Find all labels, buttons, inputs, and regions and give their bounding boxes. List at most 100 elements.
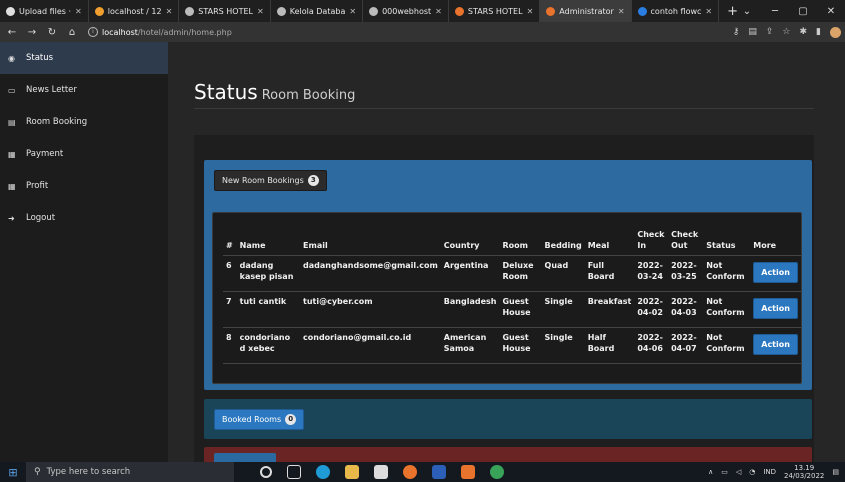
tab-close-icon[interactable]: ✕	[75, 7, 82, 16]
action-button[interactable]: Action	[753, 298, 798, 319]
system-tray: ∧ ▭ ◁ ◔ IND 13.19 24/03/2022 ▤	[708, 462, 845, 482]
cell-more: Action	[750, 327, 801, 364]
tab-favicon-icon	[185, 6, 195, 16]
cell-bedding: Quad	[541, 255, 585, 292]
clock[interactable]: 13.19 24/03/2022	[784, 464, 824, 480]
column-header: Room	[499, 227, 542, 256]
cell-status: Not Conform	[703, 327, 751, 364]
url-path: /hotel/admin/home.php	[137, 27, 232, 37]
app-icon[interactable]	[490, 465, 504, 479]
taskbar-search[interactable]: ⚲ Type here to search	[26, 462, 234, 482]
language-indicator[interactable]: IND	[763, 468, 776, 476]
browser-tab[interactable]: STARS HOTEL ✕	[179, 0, 271, 22]
clock-time: 13.19	[794, 464, 815, 472]
sidebar-item-news-letter[interactable]: ▭ News Letter	[0, 74, 168, 106]
sidebar-item-label: Payment	[26, 149, 64, 159]
cell-check-in: 2022-03-24	[634, 255, 669, 292]
cell-name: tuti cantik	[236, 291, 301, 328]
booked-rooms-button[interactable]: Booked Rooms 0	[214, 409, 305, 430]
tab-close-icon[interactable]: ✕	[257, 7, 264, 16]
translate-icon[interactable]: ▤	[748, 27, 757, 37]
sidebar-item-profit[interactable]: ▦ Profit	[0, 170, 168, 202]
tab-close-icon[interactable]: ✕	[618, 7, 625, 16]
tab-title: STARS HOTEL	[467, 6, 523, 16]
cell-status: Not Conform	[703, 291, 751, 328]
edge-icon[interactable]	[316, 465, 330, 479]
tab-close-icon[interactable]: ✕	[705, 7, 712, 16]
sidebar-item-room-booking[interactable]: ▤ Room Booking	[0, 106, 168, 138]
browser-tab[interactable]: 000webhost ✕	[363, 0, 449, 22]
chrome-icon[interactable]	[403, 465, 417, 479]
column-header: Email	[300, 227, 441, 256]
wifi-icon[interactable]: ◔	[749, 468, 755, 476]
new-bookings-button[interactable]: New Room Bookings 3	[214, 170, 327, 191]
search-icon: ⚲	[34, 467, 41, 477]
new-bookings-label: New Room Bookings	[222, 176, 304, 185]
file-explorer-icon[interactable]	[345, 465, 359, 479]
tab-favicon-icon	[546, 6, 556, 16]
cell-country: American Samoa	[440, 327, 500, 364]
cell-email: condoriano@gmail.co.id	[300, 327, 441, 364]
tab-list: Upload files · ✕ localhost / 12 ✕ STARS HOTE…	[0, 0, 720, 22]
sidebar-nav: ◉ Status ▭ News Letter ▤ Room Booking ▦ Payment…	[0, 42, 168, 234]
share-icon[interactable]: ⇪	[766, 27, 774, 37]
column-header: Check Out	[668, 227, 704, 256]
column-header: #	[223, 227, 237, 256]
cell-room: Deluxe Room	[499, 255, 542, 292]
reload-icon[interactable]: ↻	[44, 27, 60, 38]
chevron-up-icon[interactable]: ∧	[708, 468, 713, 476]
close-window-icon[interactable]: ✕	[817, 6, 845, 17]
window-controls: ⌄ ─ ▢ ✕	[733, 0, 845, 22]
volume-icon[interactable]: ◁	[736, 468, 741, 476]
tab-close-icon[interactable]: ✕	[349, 7, 356, 16]
cortana-icon[interactable]	[260, 466, 272, 478]
next-panel-button[interactable]	[214, 453, 276, 462]
taskbar-apps	[260, 465, 504, 479]
tab-close-icon[interactable]: ✕	[435, 7, 442, 16]
cell-more: Action	[750, 291, 801, 328]
battery-icon[interactable]: ▭	[721, 468, 728, 476]
browser-tab-strip: Upload files · ✕ localhost / 12 ✕ STARS HOTE…	[0, 0, 845, 22]
extensions-icon[interactable]: ✱	[800, 27, 808, 37]
site-info-icon[interactable]: i	[88, 27, 98, 37]
cell-check-in: 2022-04-02	[634, 291, 669, 328]
column-header: Check In	[634, 227, 669, 256]
sidebar-item-payment[interactable]: ▦ Payment	[0, 138, 168, 170]
tab-close-icon[interactable]: ✕	[527, 7, 534, 16]
sidebar-item-status[interactable]: ◉ Status	[0, 42, 168, 74]
chart-icon: ▤	[8, 117, 16, 127]
back-icon[interactable]: ←	[4, 27, 20, 38]
list-icon: ▦	[8, 149, 16, 159]
mail-icon[interactable]	[374, 465, 388, 479]
tab-title: Kelola Databa	[289, 6, 346, 16]
action-button[interactable]: Action	[753, 262, 798, 283]
browser-tab[interactable]: STARS HOTEL ✕	[449, 0, 541, 22]
windows-start-icon[interactable]: ⊞	[0, 466, 26, 479]
action-button[interactable]: Action	[753, 334, 798, 355]
xampp-icon[interactable]	[461, 465, 475, 479]
sidepanel-icon[interactable]: ▮	[816, 27, 821, 37]
browser-tab[interactable]: Upload files · ✕	[0, 0, 89, 22]
task-view-icon[interactable]	[287, 465, 301, 479]
forward-icon[interactable]: →	[24, 27, 40, 38]
sidebar-item-label: Profit	[26, 181, 49, 191]
cell-bedding: Single	[541, 327, 585, 364]
browser-tab[interactable]: Administrator ✕	[540, 0, 632, 22]
key-icon[interactable]: ⚷	[733, 27, 740, 37]
notifications-icon[interactable]: ▤	[832, 468, 839, 476]
column-header: More	[750, 227, 801, 256]
maximize-icon[interactable]: ▢	[789, 6, 817, 17]
profile-avatar-icon[interactable]	[830, 26, 841, 38]
tab-search-icon[interactable]: ⌄	[733, 6, 761, 17]
bookmark-star-icon[interactable]: ☆	[782, 27, 790, 37]
word-icon[interactable]	[432, 465, 446, 479]
browser-tab[interactable]: localhost / 12 ✕	[89, 0, 180, 22]
sidebar-item-logout[interactable]: ➜ Logout	[0, 202, 168, 234]
minimize-icon[interactable]: ─	[761, 6, 789, 17]
tab-close-icon[interactable]: ✕	[166, 7, 173, 16]
home-icon[interactable]: ⌂	[64, 27, 80, 38]
cell-id: 6	[223, 255, 237, 292]
browser-tab[interactable]: contoh flowc ✕	[632, 0, 720, 22]
browser-tab[interactable]: Kelola Databa ✕	[271, 0, 364, 22]
url-field[interactable]: i localhost/hotel/admin/home.php	[88, 27, 232, 37]
